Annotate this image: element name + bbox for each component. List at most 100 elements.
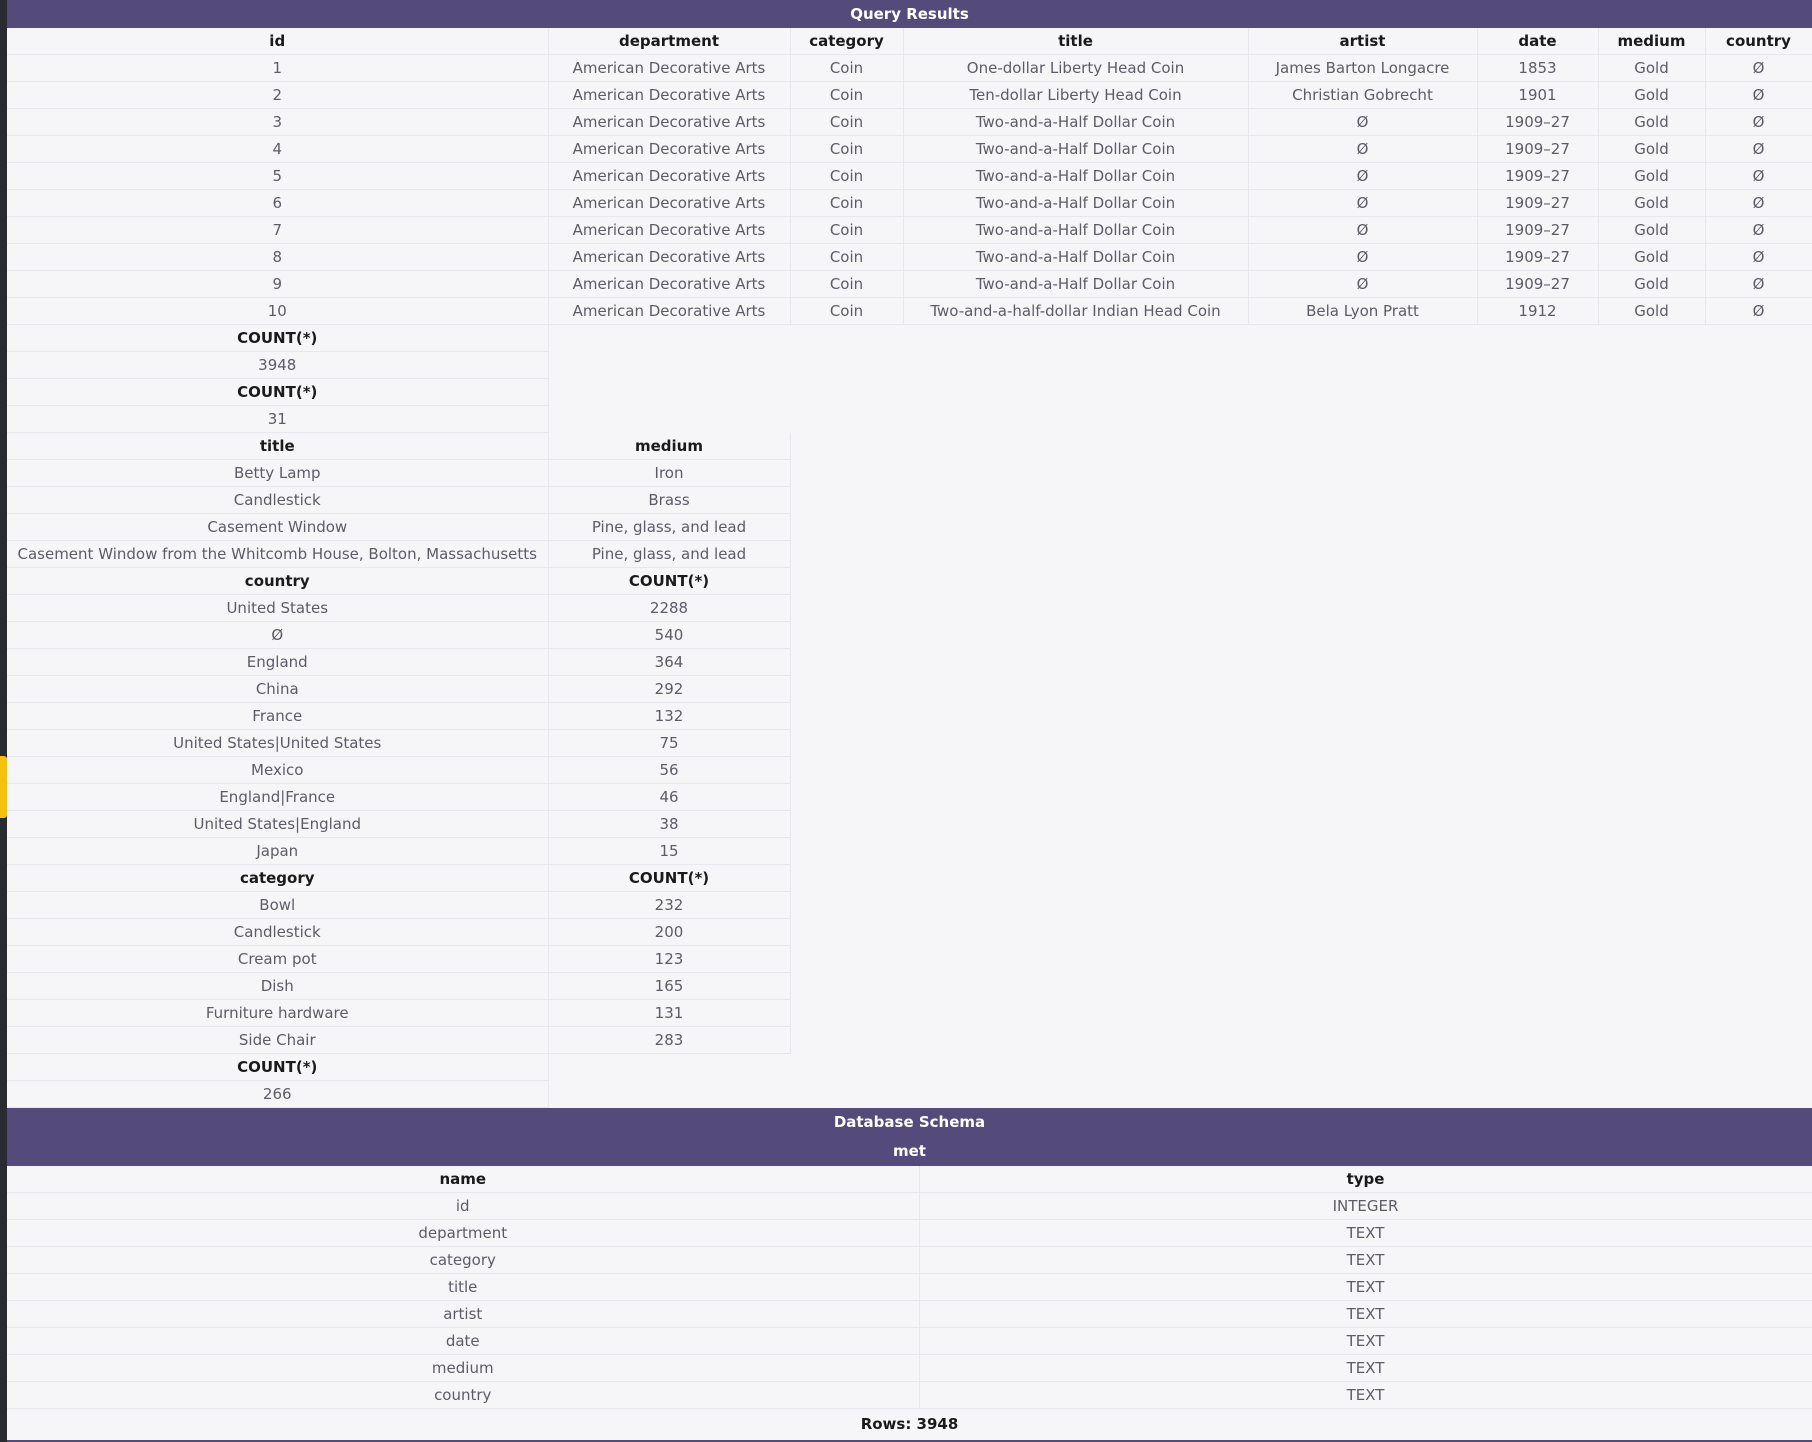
table-cell: 1909–27 [1477,270,1599,298]
table-cell: Ø [1705,243,1812,271]
table-row: Dish 165 [7,972,1812,1000]
table-cell: Gold [1598,297,1706,325]
table-cell: Bowl [7,891,549,919]
table-cell: 10 [7,297,549,325]
table-cell: date [7,1327,920,1355]
table-cell: 232 [548,891,791,919]
column-header: name [7,1166,920,1193]
table-cell: England [7,648,549,676]
table-row: 3 American Decorative Arts Coin Two-and-a-H… [7,108,1812,136]
table-row: Mexico 56 [7,756,1812,784]
column-header: department [548,28,791,55]
table-cell: 1912 [1477,297,1599,325]
table-row: England|France 46 [7,783,1812,811]
table-cell: 3948 [7,351,549,379]
table-cell: 2288 [548,594,791,622]
table-cell: Gold [1598,81,1706,109]
table-cell: Ø [1705,162,1812,190]
query-results-header: Query Results [7,0,1812,28]
table-cell: 132 [548,702,791,730]
table-row: Furniture hardware 131 [7,999,1812,1027]
empty-space [548,379,1812,406]
table-cell: Gold [1598,108,1706,136]
table-cell: Coin [790,297,904,325]
table-row: title TEXT [7,1273,1812,1301]
empty-space [790,487,1812,514]
table-cell: 1909–27 [1477,135,1599,163]
header-row: id department category title artist date mediu… [7,28,1812,55]
table-cell: Two-and-a-Half Dollar Coin [903,108,1249,136]
table-cell: United States|United States [7,729,549,757]
table-cell: Gold [1598,162,1706,190]
table-row: 5 American Decorative Arts Coin Two-and-a-H… [7,162,1812,190]
table-cell: 200 [548,918,791,946]
column-header: COUNT(*) [7,324,549,352]
table-row: 31 [7,405,1812,433]
empty-space [790,703,1812,730]
table-cell: Two-and-a-Half Dollar Coin [903,189,1249,217]
empty-space [790,541,1812,568]
table-cell: Two-and-a-Half Dollar Coin [903,270,1249,298]
table-cell: TEXT [919,1273,1812,1301]
table-cell: 31 [7,405,549,433]
table-cell: Two-and-a-Half Dollar Coin [903,162,1249,190]
table-row: France 132 [7,702,1812,730]
column-header: COUNT(*) [548,567,791,595]
table-cell: 1909–27 [1477,189,1599,217]
table-cell: 9 [7,270,549,298]
table-cell: TEXT [919,1219,1812,1247]
column-header: COUNT(*) [7,1053,549,1081]
table-cell: Coin [790,162,904,190]
table-cell: Ø [1705,108,1812,136]
table-cell: 75 [548,729,791,757]
table-cell: Pine, glass, and lead [548,540,791,568]
header-row: category COUNT(*) [7,864,1812,892]
schema-table: name type id INTEGER department TEXT category T… [7,1166,1812,1409]
column-header: title [903,28,1249,55]
table-cell: Japan [7,837,549,865]
column-header: COUNT(*) [548,864,791,892]
header-row: COUNT(*) [7,1053,1812,1081]
empty-space [790,730,1812,757]
table-cell: Casement Window [7,513,549,541]
table-cell: 6 [7,189,549,217]
empty-space [790,892,1812,919]
empty-space [790,622,1812,649]
table-cell: 123 [548,945,791,973]
column-header: date [1477,28,1599,55]
table-row: Casement Window from the Whitcomb House,… [7,540,1812,568]
table-cell: Ø [1248,108,1478,136]
header-row: title medium [7,432,1812,460]
table-cell: American Decorative Arts [548,216,791,244]
table-cell: Coin [790,270,904,298]
table-cell: American Decorative Arts [548,162,791,190]
table-cell: TEXT [919,1300,1812,1328]
column-header: medium [548,432,791,460]
table-cell: Two-and-a-Half Dollar Coin [903,243,1249,271]
table-row: 10 American Decorative Arts Coin Two-and-a-… [7,297,1812,325]
empty-space [548,406,1812,433]
table-cell: Casement Window from the Whitcomb House,… [7,540,549,568]
header-row: country COUNT(*) [7,567,1812,595]
table-cell: Ø [1248,243,1478,271]
table-cell: American Decorative Arts [548,108,791,136]
table-cell: American Decorative Arts [548,189,791,217]
table-row: artist TEXT [7,1300,1812,1328]
table-cell: American Decorative Arts [548,135,791,163]
table-cell: Gold [1598,243,1706,271]
table-cell: Gold [1598,54,1706,82]
table-cell: TEXT [919,1327,1812,1355]
column-header: artist [1248,28,1478,55]
table-row: China 292 [7,675,1812,703]
table-cell: 266 [7,1080,549,1108]
empty-space [790,838,1812,865]
table-cell: 364 [548,648,791,676]
table-row: 4 American Decorative Arts Coin Two-and-a-H… [7,135,1812,163]
table-row: 3948 [7,351,1812,379]
table-row: 9 American Decorative Arts Coin Two-and-a-H… [7,270,1812,298]
table-cell: Ø [1705,189,1812,217]
schema-table-name: met [7,1136,1812,1166]
empty-space [548,352,1812,379]
empty-space [790,460,1812,487]
table-cell: Ø [1248,162,1478,190]
